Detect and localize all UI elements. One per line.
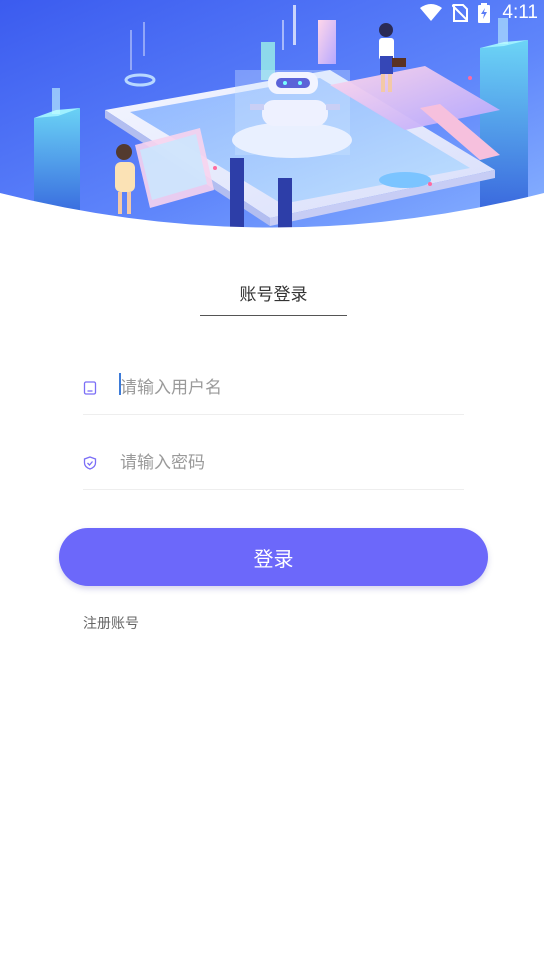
status-bar: 4:11 [0,0,544,26]
username-input[interactable] [120,378,440,398]
hero-banner: 4:11 [0,0,544,232]
register-link[interactable]: 注册账号 [83,613,139,633]
password-input[interactable] [120,453,440,473]
password-field[interactable] [83,437,464,490]
text-cursor [119,373,121,395]
tab-account-login[interactable]: 账号登录 [200,280,347,316]
battery-charging-icon [478,3,491,23]
wifi-icon [420,4,443,22]
phone-icon [83,381,97,395]
status-time: 4:11 [502,2,538,23]
username-field[interactable] [83,362,464,415]
shield-check-icon [83,456,97,470]
hero-illustration [0,0,544,232]
no-sim-icon [452,4,469,22]
login-button[interactable]: 登录 [59,528,488,586]
